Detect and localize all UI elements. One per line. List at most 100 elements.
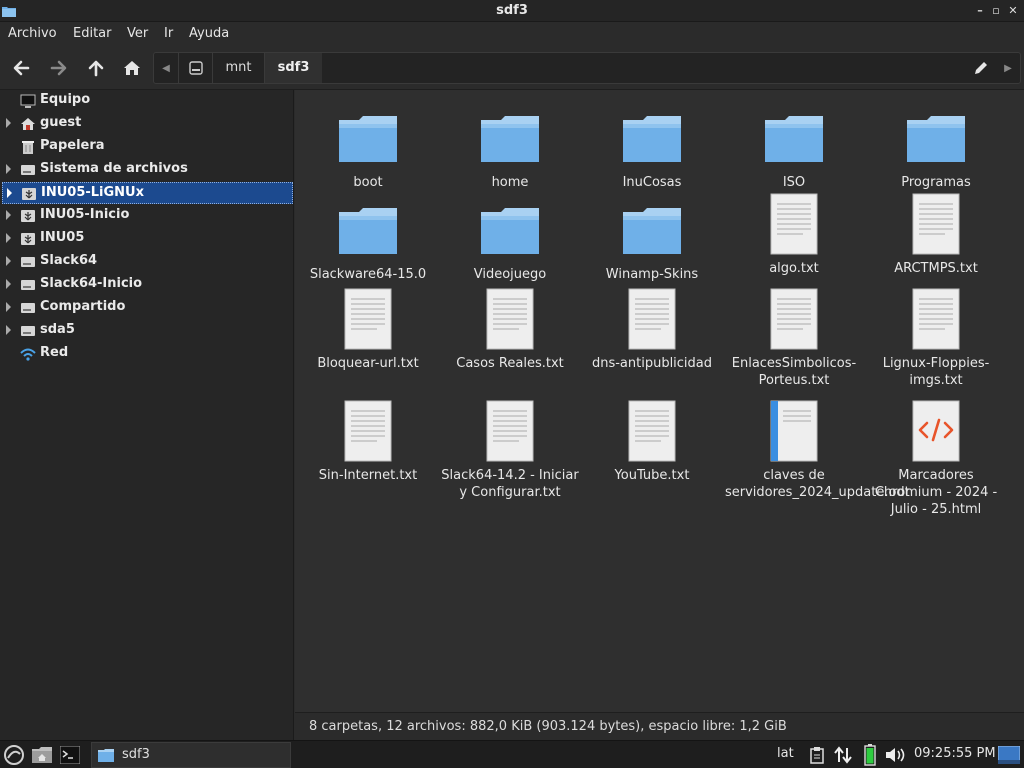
file-item[interactable]: Lignux-Floppies-imgs.txt	[865, 287, 1007, 389]
menu-editar[interactable]: Editar	[73, 26, 112, 41]
expander-icon[interactable]	[6, 256, 11, 266]
battery-tray-button[interactable]	[860, 744, 880, 766]
taskbar-window-sdf3[interactable]: sdf3	[91, 742, 291, 768]
expander-icon[interactable]	[6, 302, 11, 312]
network-transfer-icon	[834, 746, 852, 764]
html-file-icon	[912, 400, 960, 462]
folder-icon	[623, 208, 681, 254]
crumb-mnt[interactable]: mnt	[212, 53, 264, 83]
sidebar-item-inu05-lignux[interactable]: INU05-LiGNUx	[2, 182, 293, 204]
show-desktop-button[interactable]	[997, 744, 1021, 766]
drive-icon	[21, 257, 35, 267]
up-button[interactable]	[82, 54, 110, 82]
drive-icon	[21, 165, 35, 175]
file-item[interactable]: Sin-Internet.txt	[297, 399, 439, 484]
minimize-button[interactable]: –	[972, 3, 988, 19]
crumb-root[interactable]	[178, 53, 212, 83]
file-item[interactable]: Bloquear-url.txt	[297, 287, 439, 372]
drive-icon	[21, 303, 35, 313]
sidebar-item-red[interactable]: Red	[0, 343, 294, 365]
text-file-icon	[486, 288, 534, 350]
clock[interactable]: 09:25:55 PM	[914, 746, 996, 761]
crumb-sdf3[interactable]: sdf3	[264, 53, 322, 83]
sidebar-item-inu05-inicio[interactable]: INU05-Inicio	[0, 205, 294, 227]
expander-icon[interactable]	[6, 118, 11, 128]
file-item[interactable]: EnlacesSimbolicos-Porteus.txt	[723, 287, 865, 389]
menu-ir[interactable]: Ir	[164, 26, 173, 41]
arrow-left-icon	[13, 60, 30, 76]
edit-path-button[interactable]	[966, 53, 996, 83]
file-item[interactable]: algo.txt	[723, 192, 865, 277]
sidebar-item-papelera[interactable]: Papelera	[0, 136, 294, 158]
menu-ver[interactable]: Ver	[127, 26, 148, 41]
sidebar-item-slack64[interactable]: Slack64	[0, 251, 294, 273]
expander-icon[interactable]	[6, 210, 11, 220]
file-manager-launcher[interactable]	[30, 744, 54, 766]
file-item[interactable]: dns-antipublicidad	[581, 287, 723, 372]
forward-button[interactable]	[45, 54, 73, 82]
folder-icon	[339, 208, 397, 254]
sidebar: Equipo guest Papelera Sistema de archivo…	[0, 90, 294, 740]
menu-ayuda[interactable]: Ayuda	[189, 26, 229, 41]
home-icon	[21, 118, 35, 130]
file-item[interactable]: ARCTMPS.txt	[865, 192, 1007, 277]
menu-archivo[interactable]: Archivo	[8, 26, 57, 41]
file-item[interactable]: home	[439, 106, 581, 191]
status-bar: 8 carpetas, 12 archivos: 882,0 KiB (903.…	[295, 712, 1024, 740]
arrow-up-icon	[88, 60, 104, 77]
window-title: sdf3	[496, 3, 528, 18]
file-item[interactable]: Slackware64-15.0	[297, 198, 439, 283]
home-icon	[124, 61, 140, 75]
file-item[interactable]: Videojuego	[439, 198, 581, 283]
expander-icon[interactable]	[7, 188, 12, 198]
folder-icon	[481, 208, 539, 254]
sidebar-item-sistema-de-archivos[interactable]: Sistema de archivos	[0, 159, 294, 181]
file-item[interactable]: InuCosas	[581, 106, 723, 191]
volume-tray-button[interactable]	[884, 744, 908, 766]
folder-icon	[907, 116, 965, 162]
usb-drive-icon	[21, 210, 35, 222]
file-item[interactable]: Winamp-Skins	[581, 198, 723, 283]
sidebar-item-equipo[interactable]: Equipo	[0, 90, 294, 112]
back-button[interactable]	[7, 54, 35, 82]
file-item[interactable]: Slack64-14.2 - Iniciar y Configurar.txt	[439, 399, 581, 501]
maximize-button[interactable]: ▫	[988, 3, 1004, 19]
network-icon	[20, 348, 36, 361]
sidebar-item-compartido[interactable]: Compartido	[0, 297, 294, 319]
expander-icon[interactable]	[6, 325, 11, 335]
file-item[interactable]: Marcadores Chromium - 2024 - Julio - 25.…	[865, 399, 1007, 518]
pathbar-scroll-right-button[interactable]: ▶	[996, 53, 1020, 83]
file-item[interactable]: claves de servidores_2024_update.odt	[723, 399, 910, 501]
network-tray-button[interactable]	[832, 744, 854, 766]
file-item[interactable]: boot	[297, 106, 439, 191]
drive-icon	[21, 326, 35, 336]
usb-drive-icon	[22, 188, 36, 200]
text-file-icon	[486, 400, 534, 462]
start-menu-button[interactable]	[2, 744, 26, 766]
sidebar-item-slack64-inicio[interactable]: Slack64-Inicio	[0, 274, 294, 296]
sidebar-item-sda5[interactable]: sda5	[0, 320, 294, 342]
sidebar-item-inu05[interactable]: INU05	[0, 228, 294, 250]
pathbar-scroll-left-button[interactable]: ◀	[154, 53, 178, 83]
sidebar-item-guest[interactable]: guest	[0, 113, 294, 135]
clipboard-tray-button[interactable]	[807, 744, 827, 766]
keyboard-layout-indicator[interactable]: lat	[777, 746, 794, 761]
file-item[interactable]: YouTube.txt	[581, 399, 723, 484]
file-item[interactable]: ISO	[723, 106, 865, 191]
expander-icon[interactable]	[6, 233, 11, 243]
folder-icon	[339, 116, 397, 162]
drive-icon	[21, 280, 35, 290]
expander-icon[interactable]	[6, 279, 11, 289]
home-button[interactable]	[118, 54, 146, 82]
text-file-icon	[628, 400, 676, 462]
file-item[interactable]: Programas	[865, 106, 1007, 191]
file-item[interactable]: Casos Reales.txt	[439, 287, 581, 372]
terminal-icon	[60, 746, 80, 764]
expander-icon[interactable]	[6, 164, 11, 174]
close-button[interactable]: ✕	[1005, 3, 1021, 19]
terminal-launcher[interactable]	[58, 744, 82, 766]
text-file-icon	[912, 288, 960, 350]
title-bar: sdf3 – ▫ ✕	[0, 0, 1024, 22]
volume-icon	[886, 748, 905, 762]
folder-icon	[481, 116, 539, 162]
